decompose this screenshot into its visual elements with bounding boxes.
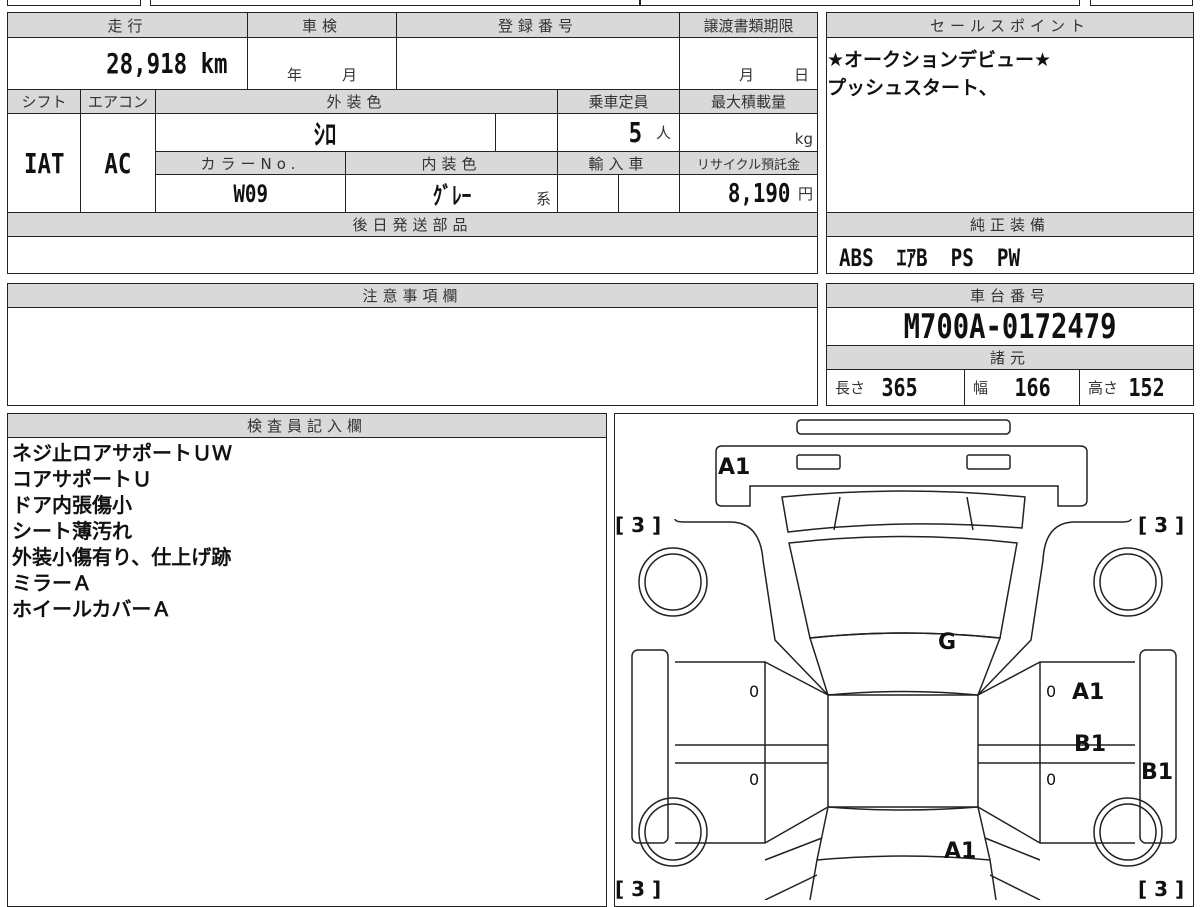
- rear-bumper-bar: [796, 419, 1011, 435]
- headlight-left: [796, 454, 841, 470]
- tire-rr-tread: [ 3 ]: [1138, 877, 1184, 900]
- door-lr-mark: 0: [749, 770, 759, 789]
- grille: [781, 490, 1026, 533]
- rear-quarters: [764, 837, 1041, 900]
- roof-mark: G: [938, 630, 956, 655]
- door-rf-mark: 0: [1046, 682, 1056, 701]
- right-sill: [1139, 649, 1177, 844]
- door-rr-mark: 0: [1046, 770, 1056, 789]
- left-sill: [631, 649, 669, 844]
- rear-damage: A1: [944, 839, 976, 864]
- front-bumper: [715, 445, 1088, 507]
- front-fenders: [674, 518, 1132, 696]
- hood: [788, 535, 1018, 639]
- door-rf-damage: A1: [1072, 680, 1104, 705]
- roof: [827, 694, 979, 808]
- windshield: [809, 632, 1002, 696]
- headlight-right: [966, 454, 1011, 470]
- door-lf-mark: 0: [749, 682, 759, 701]
- sill-r-damage: B1: [1141, 760, 1173, 785]
- door-rr-damage: B1: [1074, 732, 1106, 757]
- tire-rl-tread: [ 3 ]: [615, 877, 661, 900]
- tire-fr-tread: [ 3 ]: [1138, 513, 1184, 537]
- tires: [638, 547, 1163, 867]
- right-doors: [977, 661, 1135, 844]
- tire-fl-tread: [ 3 ]: [615, 513, 661, 537]
- car-diagram: A1 [ 3 ] [ 3 ] [ 3 ] [ 3 ] G 0 0 0 0 A1 …: [615, 419, 1184, 900]
- front-bumper-mark: A1: [718, 455, 750, 480]
